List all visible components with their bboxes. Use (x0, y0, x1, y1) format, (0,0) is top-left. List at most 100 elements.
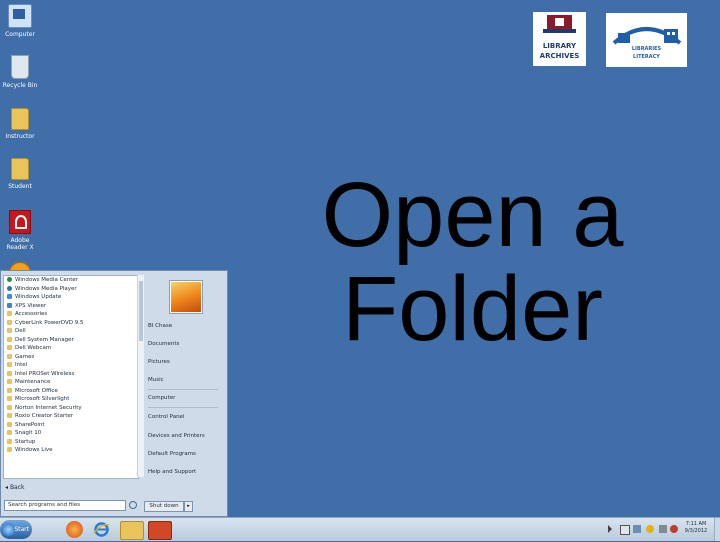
library-archives-logo: LIBRARY ARCHIVES (533, 12, 586, 66)
libraries-literacy-logo: LIBRARIES LITERACY (606, 13, 687, 67)
recycle-bin-icon (11, 55, 29, 79)
slide-title-line2: Folder (342, 258, 603, 360)
action-center-icon[interactable] (620, 525, 630, 535)
security-icon[interactable] (646, 525, 654, 533)
program-item[interactable]: Windows Media Center (4, 276, 138, 285)
folder-icon (7, 421, 12, 427)
programs-scrollbar[interactable] (137, 275, 144, 477)
program-folder[interactable]: Norton Internet Security (4, 404, 138, 413)
program-folder[interactable]: Dell Webcam (4, 344, 138, 353)
program-item[interactable]: Windows Update (4, 293, 138, 302)
folder-icon (7, 345, 12, 350)
start-link-music[interactable]: Music (148, 377, 164, 383)
start-link-computer[interactable]: Computer (148, 395, 175, 401)
search-icon[interactable] (129, 501, 137, 509)
back-label: Back (9, 484, 25, 491)
user-picture[interactable] (170, 281, 202, 313)
media-center-icon (7, 277, 12, 282)
start-link-help-support[interactable]: Help and Support (148, 469, 196, 475)
desktop-icon-adobe-reader[interactable]: Adobe Reader X (2, 210, 38, 251)
scrollbar-thumb[interactable] (139, 281, 143, 341)
shutdown-options-button[interactable]: ▸ (184, 501, 193, 512)
windows-update-icon (7, 294, 12, 299)
desktop-icon-label: Student (8, 183, 32, 190)
logo-line-library: LIBRARY (542, 42, 577, 50)
search-input[interactable]: Search programs and files (4, 500, 126, 511)
desktop-icon-computer[interactable]: Computer (2, 4, 38, 38)
desktop-icon-label: Instructor (5, 133, 35, 140)
desktop-icon-student[interactable]: Student (2, 158, 38, 190)
taskbar-internet-explorer[interactable] (93, 521, 110, 538)
start-label: Start (14, 526, 29, 533)
start-menu: Windows Media Center Windows Media Playe… (0, 270, 228, 517)
start-link-devices-printers[interactable]: Devices and Printers (148, 433, 205, 439)
divider (148, 389, 218, 390)
desktop-icon-recycle-bin[interactable]: Recycle Bin (2, 55, 38, 89)
system-clock[interactable]: 7:11 AM 9/3/2012 (680, 521, 712, 535)
start-button[interactable]: Start (0, 520, 32, 539)
folder-icon (7, 413, 12, 418)
notification-area (606, 522, 678, 537)
program-folder[interactable]: SharePoint (4, 421, 138, 430)
network-icon[interactable] (633, 525, 641, 533)
program-item[interactable]: Windows Media Player (4, 285, 138, 294)
program-folder[interactable]: Intel PROSet Wireless (4, 370, 138, 379)
tray-arrow-icon[interactable] (608, 525, 612, 533)
shutdown-button[interactable]: Shut down (144, 501, 184, 512)
back-arrow-icon: ◂ (5, 484, 9, 491)
program-folder[interactable]: Games (4, 353, 138, 362)
folder-icon (7, 328, 12, 333)
internet-explorer-icon (93, 522, 110, 537)
program-folder[interactable]: Dell System Manager (4, 336, 138, 345)
start-menu-right-panel: BI Chase Documents Pictures Music Comput… (144, 271, 228, 518)
desktop-icon-label: Recycle Bin (2, 82, 38, 89)
program-folder[interactable]: Microsoft Office (4, 387, 138, 396)
clock-time: 7:11 AM (685, 521, 707, 527)
program-folder[interactable]: Windows Live (4, 446, 138, 455)
program-folder[interactable]: Roxio Creator Starter (4, 412, 138, 421)
start-link-default-programs[interactable]: Default Programs (148, 451, 196, 457)
tray-app-icon[interactable] (670, 525, 678, 533)
folder-icon (7, 353, 12, 359)
pdf-icon (9, 210, 31, 234)
program-folder[interactable]: Startup (4, 438, 138, 447)
folder-icon (7, 370, 12, 376)
folder-icon (7, 311, 12, 316)
computer-icon (8, 4, 32, 28)
folder-icon (7, 362, 12, 367)
folder-icon (11, 108, 29, 130)
folder-icon (7, 438, 12, 444)
folder-icon (7, 379, 12, 384)
program-folder[interactable]: Microsoft Silverlight (4, 395, 138, 404)
windows-logo-icon (2, 523, 15, 536)
start-link-pictures[interactable]: Pictures (148, 359, 170, 365)
all-programs-list: Windows Media Center Windows Media Playe… (3, 275, 139, 479)
back-button[interactable]: ◂ Back (5, 484, 25, 491)
taskbar-firefox[interactable] (66, 521, 83, 538)
volume-icon[interactable] (659, 525, 667, 533)
program-folder[interactable]: CyberLink PowerDVD 9.5 (4, 319, 138, 328)
program-folder[interactable]: Dell (4, 327, 138, 336)
logo-line-literacy: LITERACY (633, 54, 660, 60)
program-folder[interactable]: Maintenance (4, 378, 138, 387)
start-link-documents[interactable]: Documents (148, 341, 179, 347)
program-folder[interactable]: Accessories (4, 310, 138, 319)
folder-icon (7, 430, 12, 435)
program-item[interactable]: XPS Viewer (4, 302, 138, 311)
folder-icon (7, 404, 12, 410)
program-folder[interactable]: Intel (4, 361, 138, 370)
taskbar-windows-explorer[interactable] (120, 521, 144, 540)
logo-line-libraries: LIBRARIES (631, 46, 662, 52)
taskbar-powerpoint[interactable] (148, 521, 172, 540)
folder-icon (7, 319, 12, 325)
start-link-control-panel[interactable]: Control Panel (148, 414, 184, 420)
program-folder[interactable]: Snagit 10 (4, 429, 138, 438)
folder-icon (7, 447, 12, 452)
start-link-user[interactable]: BI Chase (148, 323, 172, 329)
show-desktop-button[interactable] (714, 518, 720, 541)
folder-icon (11, 158, 29, 180)
xps-viewer-icon (7, 302, 12, 308)
folder-icon (7, 396, 12, 401)
desktop-icon-instructor[interactable]: Instructor (2, 108, 38, 140)
desktop-icon-label: Computer (5, 31, 35, 38)
